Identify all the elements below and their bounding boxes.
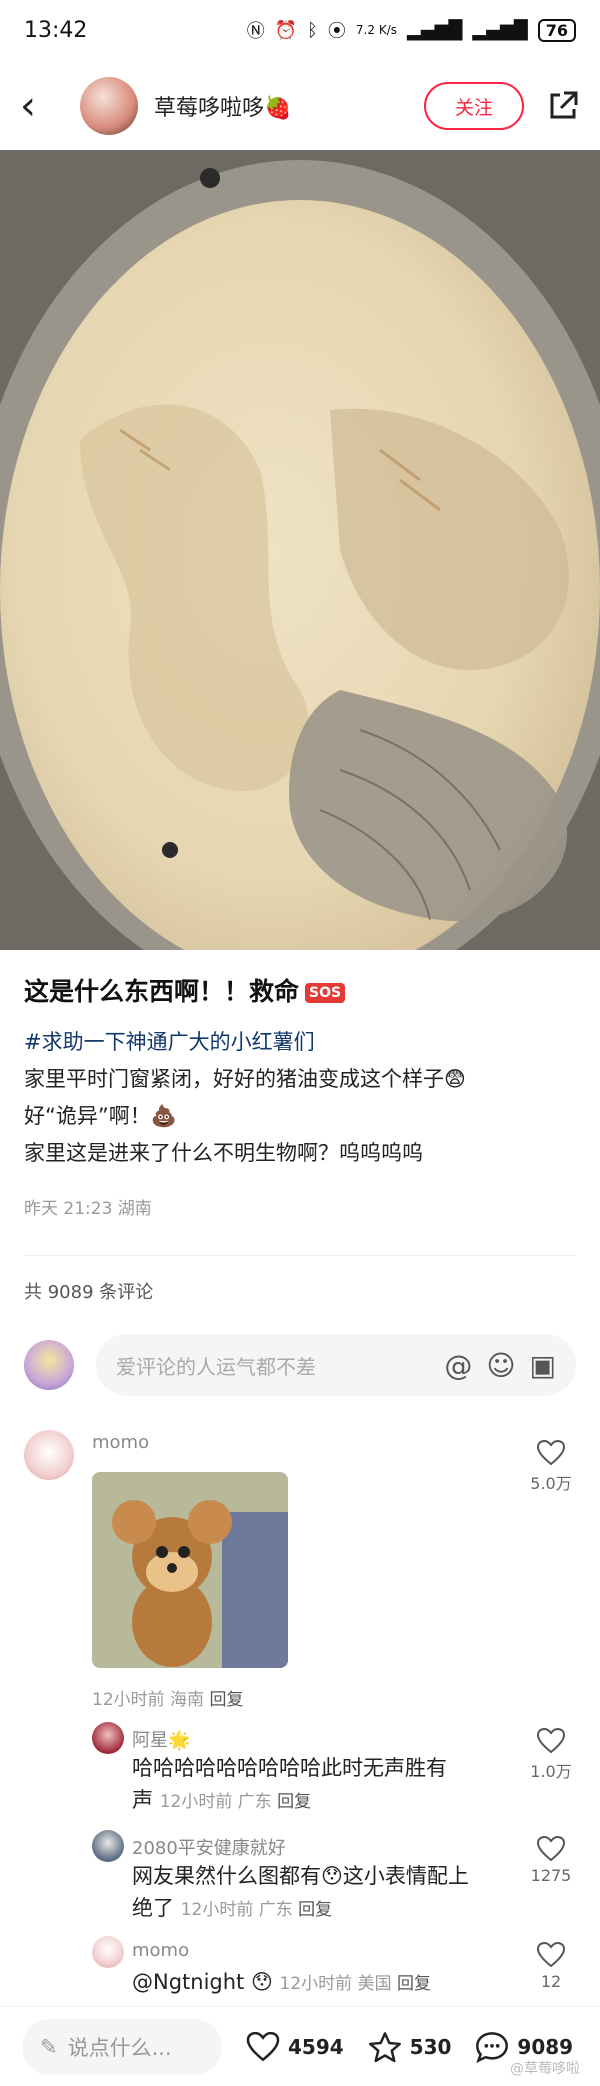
post-line: 家里这是进来了什么不明生物啊？呜呜呜呜	[24, 1141, 423, 1165]
comment-like[interactable]: 1.0万	[526, 1728, 576, 1782]
collect-button[interactable]: 530	[368, 2031, 452, 2063]
post-line: 家里平时门窗紧闭，好好的猪油变成这个样子😨	[24, 1067, 466, 1091]
commenter-name[interactable]: momo	[92, 1432, 149, 1453]
collect-total: 530	[409, 2034, 452, 2059]
commenter-avatar[interactable]	[92, 1830, 124, 1862]
author-avatar[interactable]	[80, 77, 138, 135]
say-something-input[interactable]: ✎ 说点什么...	[22, 2018, 222, 2075]
follow-button[interactable]: 关注	[424, 82, 524, 130]
post-content: 这是什么东西啊！！救命 SOS #求助一下神通广大的小红薯们 家里平时门窗紧闭，好…	[24, 972, 576, 1219]
heart-icon	[537, 1836, 565, 1862]
comment-image[interactable]	[92, 1472, 288, 1668]
my-avatar	[24, 1340, 74, 1390]
comment-text: 网友果然什么图都有😯这小表情配上	[132, 1864, 469, 1888]
comment-like[interactable]: 12	[526, 1942, 576, 1991]
post-line: 好“诡异”啊！💩	[24, 1104, 177, 1128]
post-image[interactable]	[0, 150, 600, 950]
bluetooth-icon: ᛒ	[307, 19, 318, 41]
comment-time-location: 12小时前 广东	[159, 1792, 272, 1812]
comment-text: 声	[132, 1788, 153, 1812]
reply-comment: 2080平安健康就好 网友果然什么图都有😯这小表情配上 绝了 12小时前 广东 …	[92, 1830, 576, 1930]
wifi-signal-icon: ▂▄▆█	[472, 19, 528, 41]
divider	[24, 1255, 576, 1256]
reply-comment: 阿星🌟 哈哈哈哈哈哈哈哈哈此时无声胜有 声 12小时前 广东 回复 1.0万	[92, 1722, 576, 1822]
comment-like[interactable]: 5.0万	[526, 1440, 576, 1494]
location-icon: ⦿	[327, 21, 346, 42]
heart-icon	[537, 1440, 565, 1466]
like-count: 1.0万	[530, 1762, 572, 1781]
commenter-avatar[interactable]	[24, 1430, 74, 1480]
comment-like[interactable]: 1275	[526, 1836, 576, 1885]
comment-count: 共 9089 条评论	[24, 1282, 154, 1303]
comment-input-row: 爱评论的人运气都不差 @ ☺ ▣	[24, 1334, 576, 1396]
post-title: 这是什么东西啊！！救命 SOS	[24, 972, 576, 1008]
battery-indicator: 76	[537, 18, 576, 42]
commenter-avatar[interactable]	[92, 1936, 124, 1968]
comment-time-location: 12小时前 美国	[279, 1974, 392, 1994]
star-icon	[368, 2031, 401, 2062]
commenter-name[interactable]: 阿星🌟	[132, 1726, 190, 1752]
heart-icon	[537, 1728, 565, 1754]
signal-icon: ▂▄▆█	[406, 19, 463, 41]
commenter-name[interactable]: 2080平安健康就好	[132, 1834, 286, 1860]
reply-comment: momo @Ngtnight 😯 12小时前 美国 回复 12	[92, 1936, 576, 2006]
heart-icon	[537, 1942, 565, 1968]
share-icon[interactable]	[546, 89, 580, 123]
comment-input[interactable]: 爱评论的人运气都不差 @ ☺ ▣	[96, 1334, 576, 1396]
post-meta: 昨天 21:23 湖南	[24, 1199, 152, 1219]
like-total: 4594	[288, 2034, 344, 2059]
comment-time-location: 12小时前 海南	[92, 1690, 205, 1710]
say-placeholder: 说点什么...	[67, 2035, 172, 2060]
alarm-icon: ⏰	[274, 19, 298, 41]
heart-icon	[246, 2031, 280, 2061]
sos-badge: SOS	[305, 983, 346, 1003]
comment-text: 绝了	[132, 1896, 174, 1920]
network-speed: 7.2 K/s	[355, 23, 397, 37]
pencil-icon: ✎	[40, 2034, 58, 2059]
emoji-icon[interactable]: ☺	[486, 1349, 515, 1382]
comment-time-location: 12小时前 广东	[180, 1900, 293, 1920]
comment-total: 9089	[517, 2034, 574, 2059]
comment-input-placeholder: 爱评论的人运气都不差	[116, 1354, 316, 1379]
watermark: @草莓哆啦	[510, 2061, 580, 2077]
image-icon[interactable]: ▣	[530, 1349, 556, 1382]
status-bar: 13:42 Ⓝ ⏰ ᛒ ⦿ 7.2 K/s ▂▄▆█ ▂▄▆█ 76	[0, 0, 600, 60]
like-count: 5.0万	[530, 1474, 572, 1493]
reply-link[interactable]: 回复	[277, 1792, 311, 1812]
commenter-name[interactable]: momo	[132, 1940, 189, 1961]
status-time: 13:42	[24, 17, 88, 43]
back-icon[interactable]: ‹	[20, 83, 60, 129]
reply-link[interactable]: 回复	[209, 1690, 243, 1710]
like-button[interactable]: 4594	[246, 2031, 344, 2062]
reply-link[interactable]: 回复	[397, 1974, 431, 1994]
comment-bubble-icon	[476, 2031, 509, 2063]
reply-link[interactable]: 回复	[298, 1900, 332, 1920]
post-header: ‹ 草莓哆啦哆🍓 关注	[0, 62, 600, 150]
mention-icon[interactable]: @	[444, 1349, 472, 1382]
comment-text: @Ngtnight 😯	[132, 1970, 273, 1994]
like-count: 1275	[530, 1866, 572, 1885]
comment: momo 12小时前 海南 回复 5.0万	[24, 1430, 576, 1710]
commenter-avatar[interactable]	[92, 1722, 124, 1754]
post-hashtag[interactable]: #求助一下神通广大的小红薯们	[24, 1024, 576, 1061]
author-name[interactable]: 草莓哆啦哆🍓	[154, 90, 424, 122]
nfc-icon: Ⓝ	[246, 21, 265, 42]
comment-text: 哈哈哈哈哈哈哈哈哈此时无声胜有	[132, 1756, 447, 1780]
like-count: 12	[540, 1972, 562, 1991]
